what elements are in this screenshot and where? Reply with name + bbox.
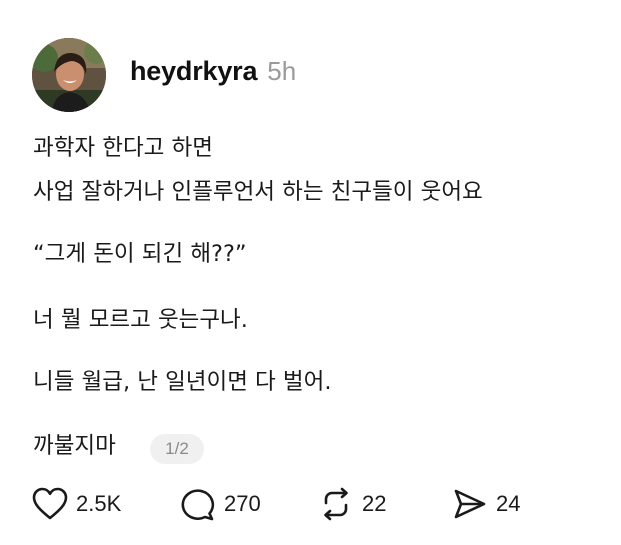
share-count: 24 [496, 491, 521, 516]
heart-icon [32, 487, 68, 521]
post-text-line: 니들 월급, 난 일년이면 다 벌어. [33, 369, 332, 395]
thread-post: heydrkyra 5h 과학자 한다고 하면 사업 잘하거나 인플루언서 하는… [0, 0, 621, 545]
reply-count: 270 [224, 491, 261, 516]
repost-icon [318, 487, 354, 521]
share-button[interactable]: 24 [452, 486, 520, 522]
reply-button[interactable]: 270 [180, 486, 261, 522]
like-button[interactable]: 2.5K [32, 486, 121, 522]
action-bar: 2.5K 270 22 24 [32, 486, 592, 522]
username[interactable]: heydrkyra [130, 56, 257, 87]
post-text-line: 사업 잘하거나 인플루언서 하는 친구들이 웃어요 [33, 179, 483, 205]
avatar-image [32, 38, 106, 112]
page-indicator-badge: 1/2 [150, 434, 204, 464]
repost-count: 22 [362, 491, 387, 516]
comment-bubble-icon [180, 487, 216, 521]
avatar[interactable] [32, 38, 106, 112]
post-text-line: 너 뭘 모르고 웃는구나. [33, 307, 248, 333]
repost-button[interactable]: 22 [318, 486, 386, 522]
post-text-line: 까불지마 [33, 433, 116, 459]
post-text-line: “그게 돈이 되긴 해??” [33, 241, 247, 267]
like-count: 2.5K [76, 491, 122, 516]
post-timestamp: 5h [267, 56, 297, 86]
post-header: heydrkyra 5h [130, 56, 296, 96]
post-text-line: 과학자 한다고 하면 [33, 135, 213, 161]
send-icon [452, 487, 488, 521]
